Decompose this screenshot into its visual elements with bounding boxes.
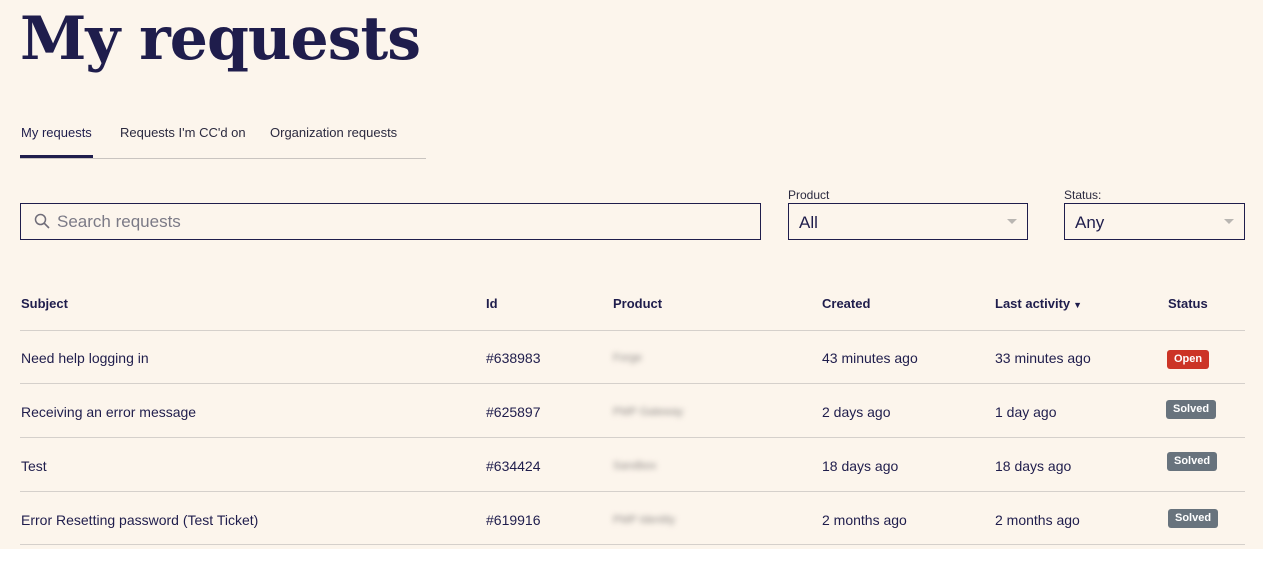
request-subject-link[interactable]: Receiving an error message xyxy=(21,404,196,420)
column-header-last-activity-label: Last activity xyxy=(995,296,1071,311)
status-badge: Solved xyxy=(1167,452,1218,471)
request-last-activity: 33 minutes ago xyxy=(995,350,1091,366)
table-divider xyxy=(20,437,1245,438)
product-select[interactable]: All xyxy=(788,203,1028,240)
request-last-activity: 2 months ago xyxy=(995,512,1080,528)
table-divider xyxy=(20,544,1245,545)
search-icon xyxy=(34,213,50,229)
tab-organization-requests[interactable]: Organization requests xyxy=(270,125,397,140)
column-header-created[interactable]: Created xyxy=(822,296,870,311)
request-product: Forge xyxy=(613,352,642,364)
request-created: 43 minutes ago xyxy=(822,350,918,366)
request-id: #619916 xyxy=(486,512,541,528)
request-product: PMP Gateway xyxy=(613,406,684,418)
tab-my-requests[interactable]: My requests xyxy=(21,125,92,140)
product-select-value: All xyxy=(799,213,818,232)
column-header-subject: Subject xyxy=(21,296,68,311)
table-divider xyxy=(20,491,1245,492)
request-created: 2 months ago xyxy=(822,512,907,528)
status-select[interactable]: Any xyxy=(1064,203,1245,240)
request-id: #638983 xyxy=(486,350,541,366)
request-subject-link[interactable]: Error Resetting password (Test Ticket) xyxy=(21,512,258,528)
status-filter-label: Status: xyxy=(1064,188,1102,202)
active-tab-indicator xyxy=(20,155,93,158)
column-header-product: Product xyxy=(613,296,663,311)
column-header-last-activity[interactable]: Last activity ▼ xyxy=(995,296,1082,311)
request-subject-link[interactable]: Need help logging in xyxy=(21,350,149,366)
request-product: Sandbox xyxy=(613,460,657,472)
request-created: 18 days ago xyxy=(822,458,899,474)
status-badge: Open xyxy=(1167,350,1210,369)
status-badge: Solved xyxy=(1166,400,1217,419)
table-divider xyxy=(20,330,1245,331)
page-bottom-edge xyxy=(0,549,1263,561)
chevron-down-icon xyxy=(1224,219,1234,224)
sort-descending-icon: ▼ xyxy=(1073,300,1083,310)
product-filter-label: Product xyxy=(788,188,830,202)
chevron-down-icon xyxy=(1007,219,1017,224)
page-title: My requests xyxy=(20,4,421,74)
status-badge: Solved xyxy=(1168,509,1219,528)
request-id: #625897 xyxy=(486,404,541,420)
request-created: 2 days ago xyxy=(822,404,891,420)
request-subject-link[interactable]: Test xyxy=(21,458,47,474)
search-box[interactable] xyxy=(20,203,761,240)
request-tabs: My requests Requests I'm CC'd on Organiz… xyxy=(20,118,426,159)
column-header-id: Id xyxy=(486,296,498,311)
search-input[interactable] xyxy=(57,204,747,239)
table-divider xyxy=(20,383,1245,384)
column-header-status: Status xyxy=(1168,296,1208,311)
request-last-activity: 18 days ago xyxy=(995,458,1072,474)
status-select-value: Any xyxy=(1075,213,1105,232)
request-id: #634424 xyxy=(486,458,541,474)
request-last-activity: 1 day ago xyxy=(995,404,1057,420)
request-product: PMP Identity xyxy=(613,514,676,526)
tab-cc-requests[interactable]: Requests I'm CC'd on xyxy=(120,125,246,140)
